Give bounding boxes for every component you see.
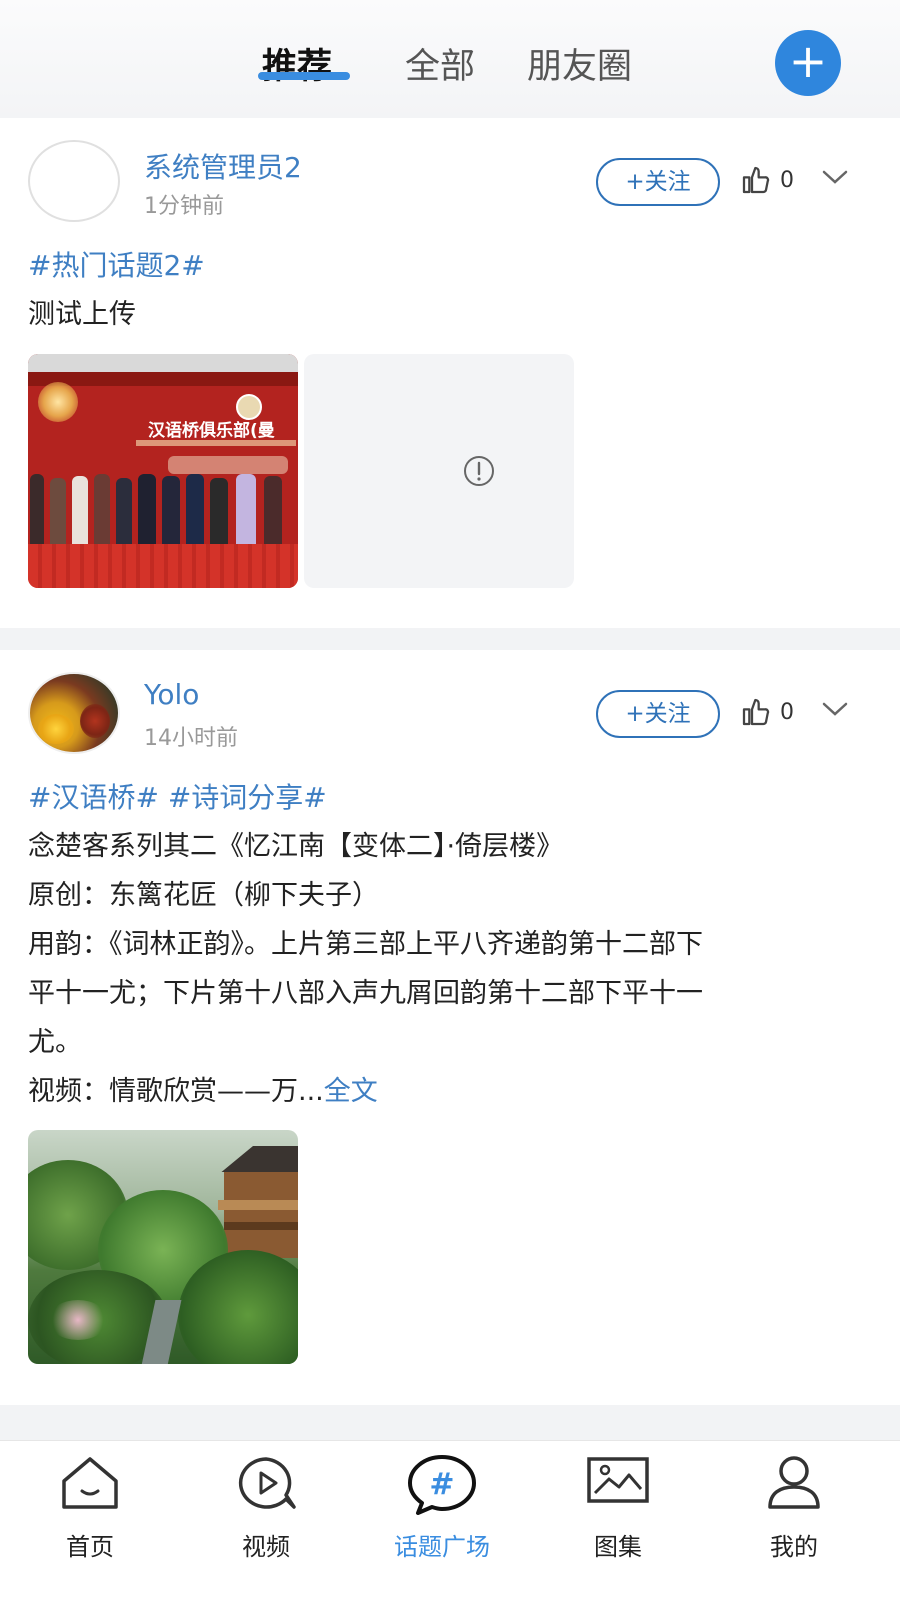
post-topics[interactable]: #汉语桥# #诗词分享# <box>28 776 327 816</box>
post-card: Yolo 14小时前 +关注 0 #汉语桥# #诗词分享# 念楚客系列其二《忆江… <box>0 650 900 1405</box>
like-count: 0 <box>780 168 794 193</box>
nav-home-label: 首页 <box>66 1533 114 1561</box>
nav-gallery-label: 图集 <box>594 1533 642 1561</box>
post-text: 念楚客系列其二《忆江南【变体二】·倚层楼》 原创：东篱花匠（柳下夫子） 用韵：《… <box>28 831 703 1107</box>
nav-topic-square[interactable]: # 话题广场 <box>352 1441 532 1601</box>
post-image-stage[interactable]: 汉语桥俱乐部(曼 <box>28 354 298 588</box>
gallery-icon <box>587 1457 649 1503</box>
nav-topic-square-label: 话题广场 <box>394 1533 490 1561</box>
read-more-link[interactable]: 全文 <box>324 1076 378 1107</box>
nav-gallery[interactable]: 图集 <box>528 1441 708 1601</box>
tab-friends-circle[interactable]: 朋友圈 <box>527 38 632 89</box>
post-image-garden[interactable] <box>28 1130 298 1364</box>
nav-profile[interactable]: 我的 <box>704 1441 884 1601</box>
like-button[interactable]: 0 <box>740 164 800 204</box>
chevron-down-icon[interactable] <box>820 162 850 192</box>
warning-icon <box>464 456 494 486</box>
nav-home[interactable]: 首页 <box>0 1441 180 1601</box>
thumbs-up-icon <box>742 166 770 194</box>
post-topics[interactable]: #热门话题2# <box>28 244 205 284</box>
thumbs-up-icon <box>742 698 770 726</box>
top-tab-bar: 推荐 全部 朋友圈 + <box>0 0 900 118</box>
like-count: 0 <box>780 700 794 725</box>
profile-icon <box>768 1456 820 1509</box>
plus-icon: + <box>788 34 828 88</box>
post-text: 测试上传 <box>28 299 136 330</box>
post-username[interactable]: Yolo <box>144 678 199 711</box>
active-tab-indicator <box>258 72 350 80</box>
post-time: 14小时前 <box>144 726 238 751</box>
svg-text:#: # <box>429 1467 454 1502</box>
like-button[interactable]: 0 <box>740 696 800 736</box>
stage-banner-text: 汉语桥俱乐部(曼 <box>148 421 275 441</box>
post-image-placeholder[interactable] <box>304 354 574 588</box>
nav-profile-label: 我的 <box>770 1533 818 1561</box>
nav-video-label: 视频 <box>242 1533 290 1561</box>
chevron-down-icon[interactable] <box>820 694 850 724</box>
tab-recommended[interactable]: 推荐 <box>262 38 332 89</box>
tab-all[interactable]: 全部 <box>405 38 475 89</box>
post-time: 1分钟前 <box>144 194 224 219</box>
post-username[interactable]: 系统管理员2 <box>144 146 302 186</box>
home-icon <box>62 1457 118 1509</box>
post-card: 系统管理员2 1分钟前 +关注 0 #热门话题2# 测试上传 汉语桥俱乐部(曼 <box>0 118 900 628</box>
bottom-navigation: 首页 视频 # 话题广场 图集 我的 <box>0 1440 900 1601</box>
add-post-button[interactable]: + <box>775 30 841 96</box>
video-icon <box>238 1457 296 1509</box>
nav-video[interactable]: 视频 <box>176 1441 356 1601</box>
topic-square-icon: # <box>408 1455 476 1515</box>
avatar[interactable] <box>28 140 120 222</box>
avatar[interactable] <box>28 672 120 754</box>
follow-button[interactable]: +关注 <box>596 690 720 738</box>
follow-button[interactable]: +关注 <box>596 158 720 206</box>
